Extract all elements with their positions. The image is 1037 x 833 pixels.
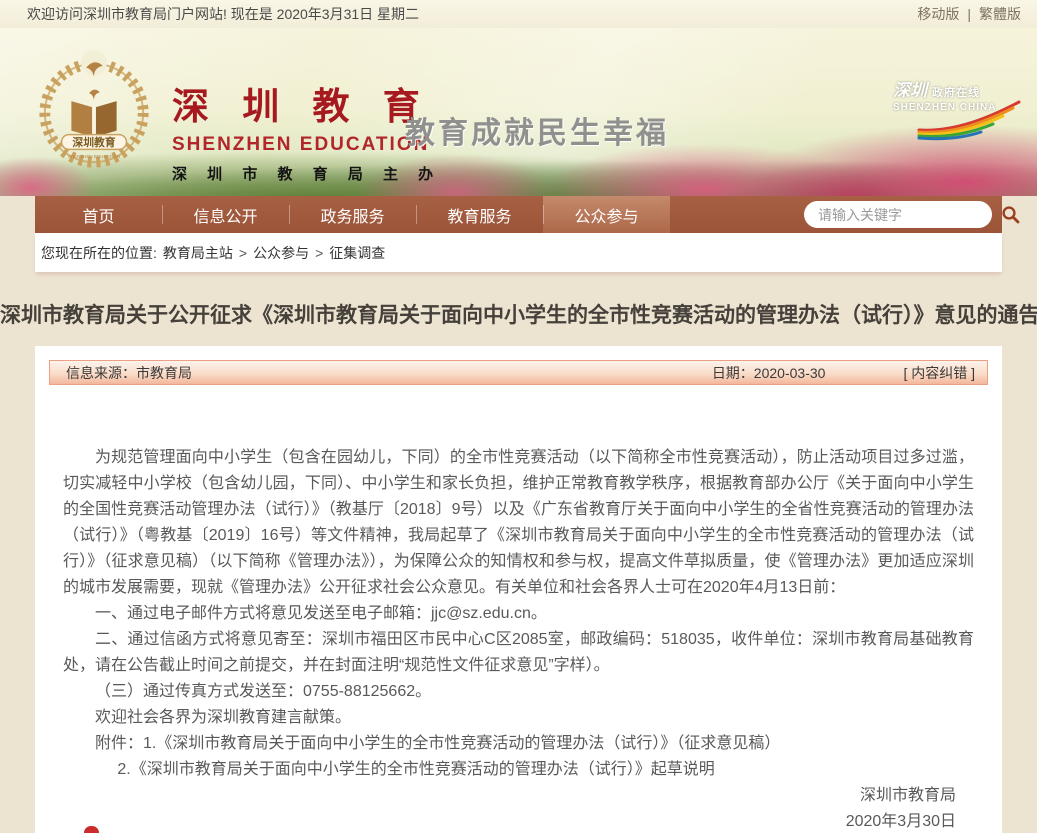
traditional-version-link[interactable]: 繁體版: [979, 4, 1021, 24]
nav-search-area: [804, 196, 1002, 233]
education-bureau-emblem[interactable]: 深圳教育 SHENZHEN EDUCATION: [35, 50, 153, 177]
kingfisher-swoosh-icon: [915, 100, 1023, 142]
article-paragraph-welcome: 欢迎社会各界为深圳教育建言献策。: [63, 705, 974, 731]
nav-item-education-services[interactable]: 教育服务: [416, 196, 543, 233]
mobile-version-link[interactable]: 移动版: [917, 4, 959, 24]
shenzhen-china-logo[interactable]: 深圳 政府在线 SHENZHEN CHINA: [893, 76, 1023, 113]
article-paragraph-fax: （三）通过传真方式发送至：0755-88125662。: [63, 679, 974, 705]
content-correction-link[interactable]: [ 内容纠错 ]: [903, 363, 975, 383]
article-date: 日期：2020-03-30: [712, 363, 826, 383]
emblem-subtext: SHENZHEN EDUCATION: [68, 154, 120, 159]
article-paragraph: 为规范管理面向中小学生（包含在园幼儿，下同）的全市性竞赛活动（以下简称全市性竞赛…: [63, 445, 974, 601]
article-body: 为规范管理面向中小学生（包含在园幼儿，下同）的全市性竞赛活动（以下简称全市性竞赛…: [49, 385, 988, 833]
brand-subtitle: SHENZHEN EDUCATION: [172, 134, 441, 156]
brand-title: 深 圳 教 育: [172, 76, 441, 130]
breadcrumb-item-public-participation[interactable]: 公众参与: [253, 243, 309, 263]
nav-item-info-disclosure[interactable]: 信息公开: [162, 196, 289, 233]
search-input[interactable]: [818, 207, 999, 223]
article-signature-date: 2020年3月30日: [63, 809, 974, 833]
search-icon: [1001, 205, 1020, 224]
breadcrumb-separator: >: [239, 245, 247, 261]
attachment-link-1[interactable]: 附件：1.《深圳市教育局关于面向中小学生的全市性竞赛活动的管理办法（试行）》（征…: [63, 731, 974, 757]
article-signature: 深圳市教育局: [63, 783, 974, 809]
emblem-text: 深圳教育: [72, 135, 115, 149]
search-box[interactable]: [804, 201, 992, 228]
breadcrumb-item-survey[interactable]: 征集调查: [329, 243, 385, 263]
article-container: 信息来源：市教育局 日期：2020-03-30 [ 内容纠错 ] 为规范管理面向…: [35, 346, 1002, 833]
main-nav: 首页 信息公开 政务服务 教育服务 公众参与: [35, 196, 1002, 233]
search-button[interactable]: [999, 203, 1022, 226]
page-title: 深圳市教育局关于公开征求《深圳市教育局关于面向中小学生的全市性竞赛活动的管理办法…: [0, 299, 1037, 329]
article-paragraph-mail: 二、通过信函方式将意见寄至：深圳市福田区市民中心C区2085室，邮政编码：518…: [63, 627, 974, 679]
article-paragraph-email: 一、通过电子邮件方式将意见发送至电子邮箱：jjc@sz.edu.cn。: [63, 601, 974, 627]
brand-host: 深 圳 市 教 育 局 主 办: [172, 163, 441, 184]
breadcrumb: 您现在所在的位置: 教育局主站 > 公众参与 > 征集调查: [35, 233, 1002, 272]
banner-slogan: 教育成就民生幸福: [405, 108, 669, 152]
footer-emblem-peek: [84, 826, 99, 833]
breadcrumb-prefix: 您现在所在的位置:: [41, 243, 157, 263]
article-source: 信息来源：市教育局: [66, 363, 192, 383]
gov-logo-cn2: 政府在线: [932, 84, 980, 100]
breadcrumb-separator: >: [315, 245, 323, 261]
nav-item-gov-services[interactable]: 政务服务: [289, 196, 416, 233]
breadcrumb-item-main-site[interactable]: 教育局主站: [163, 243, 233, 263]
site-banner: 深圳教育 SHENZHEN EDUCATION 深 圳 教 育 SHENZHEN…: [0, 28, 1037, 196]
site-logo[interactable]: 深 圳 教 育 SHENZHEN EDUCATION 深 圳 市 教 育 局 主…: [172, 76, 441, 184]
article-info-bar: 信息来源：市教育局 日期：2020-03-30 [ 内容纠错 ]: [49, 360, 988, 385]
topbar: 欢迎访问深圳市教育局门户网站! 现在是 2020年3月31日 星期二 移动版 |…: [0, 0, 1037, 28]
topbar-divider: |: [967, 6, 971, 22]
welcome-text: 欢迎访问深圳市教育局门户网站! 现在是 2020年3月31日 星期二: [27, 4, 419, 24]
nav-item-home[interactable]: 首页: [35, 196, 162, 233]
nav-item-public-participation[interactable]: 公众参与: [543, 196, 670, 233]
attachment-link-2[interactable]: 2.《深圳市教育局关于面向中小学生的全市性竞赛活动的管理办法（试行）》起草说明: [63, 757, 974, 783]
gov-logo-cn: 深圳: [893, 76, 927, 101]
